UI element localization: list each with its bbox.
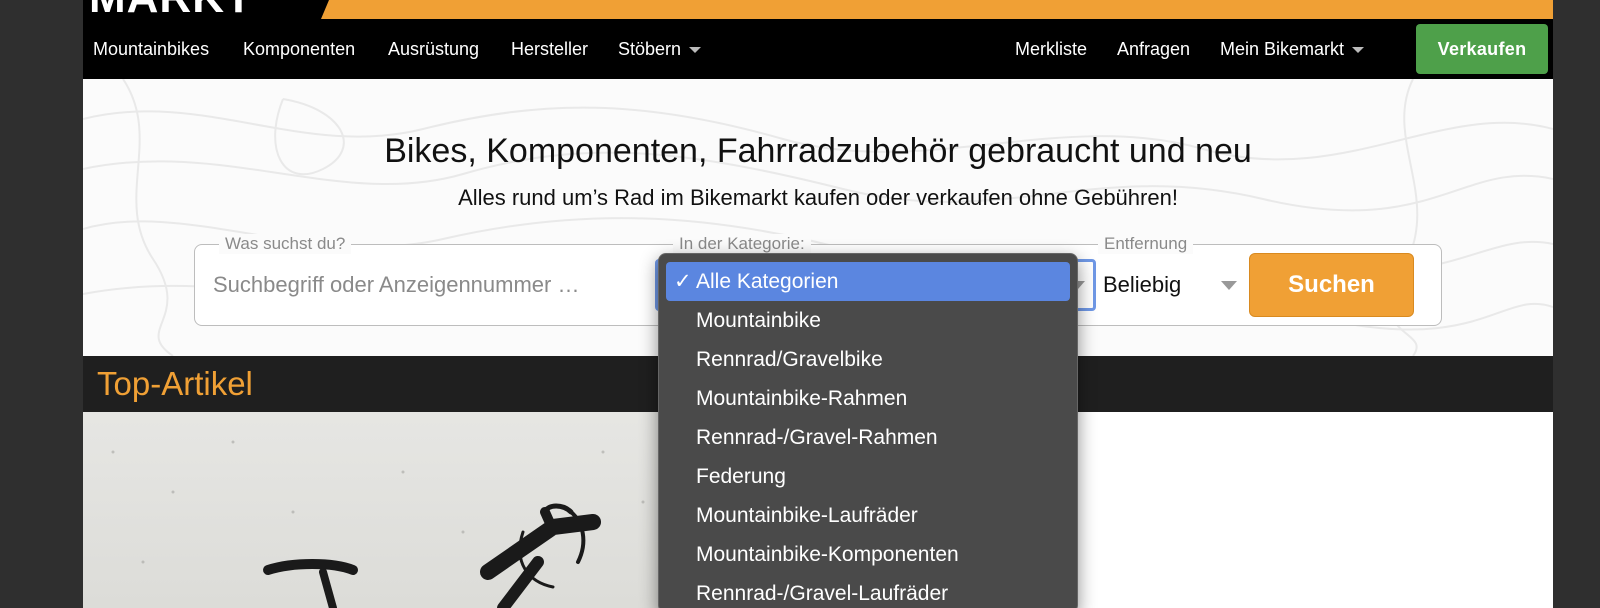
dropdown-option[interactable]: Mountainbike-Komponenten (659, 535, 1077, 574)
nav-merkliste[interactable]: Merkliste (1015, 19, 1087, 79)
category-dropdown: ✓ Alle Kategorien Mountainbike Rennrad/G… (658, 253, 1078, 608)
chevron-down-icon (1352, 47, 1365, 54)
distance-select[interactable]: Beliebig (1097, 259, 1245, 311)
search-button[interactable]: Suchen (1249, 253, 1414, 317)
nav-anfragen[interactable]: Anfragen (1117, 19, 1190, 79)
dropdown-option[interactable]: Mountainbike-Rahmen (659, 379, 1077, 418)
checkmark-icon: ✓ (674, 270, 692, 293)
select-arrow-icon (1221, 281, 1237, 290)
dropdown-option[interactable]: Rennrad-/Gravel-Rahmen (659, 418, 1077, 457)
distance-select-value: Beliebig (1103, 272, 1182, 297)
hero-subtitle: Alles rund um’s Rad im Bikemarkt kaufen … (458, 185, 1178, 210)
nav-ausruestung[interactable]: Ausrüstung (388, 19, 479, 79)
logo-accent-band (321, 0, 1553, 19)
main-navigation: Mountainbikes Komponenten Ausrüstung Her… (83, 19, 1553, 79)
nav-stoebern-label: Stöbern (618, 39, 682, 59)
dropdown-option-selected[interactable]: ✓ Alle Kategorien (666, 262, 1070, 301)
nav-mein-bikemarkt-label: Mein Bikemarkt (1220, 39, 1345, 59)
site-logo[interactable]: MARKT (89, 0, 253, 20)
dropdown-option[interactable]: Rennrad-/Gravel-Laufräder (659, 574, 1077, 608)
query-legend: Was suchst du? (219, 234, 352, 254)
nav-hersteller[interactable]: Hersteller (511, 19, 588, 79)
nav-komponenten[interactable]: Komponenten (243, 19, 355, 79)
dropdown-option[interactable]: Rennrad/Gravelbike (659, 340, 1077, 379)
distance-legend: Entfernung (1098, 234, 1194, 254)
nav-mein-bikemarkt[interactable]: Mein Bikemarkt (1220, 19, 1365, 79)
sell-button[interactable]: Verkaufen (1416, 24, 1548, 74)
category-legend: In der Kategorie: (673, 234, 811, 254)
dropdown-option[interactable]: Mountainbike-Laufräder (659, 496, 1077, 535)
nav-stoebern[interactable]: Stöbern (618, 19, 702, 79)
top-articles-title: Top-Artikel (97, 365, 253, 402)
search-input[interactable] (213, 263, 633, 307)
product-image[interactable] (83, 412, 683, 608)
logo-bar: MARKT (83, 0, 1553, 20)
dropdown-option-label: Alle Kategorien (696, 270, 839, 293)
dropdown-option[interactable]: Mountainbike (659, 301, 1077, 340)
nav-mountainbikes[interactable]: Mountainbikes (93, 19, 209, 79)
dropdown-option[interactable]: Federung (659, 457, 1077, 496)
chevron-down-icon (689, 47, 702, 54)
bike-photo (111, 440, 645, 608)
hero-title: Bikes, Komponenten, Fahrradzubehör gebra… (384, 132, 1252, 170)
